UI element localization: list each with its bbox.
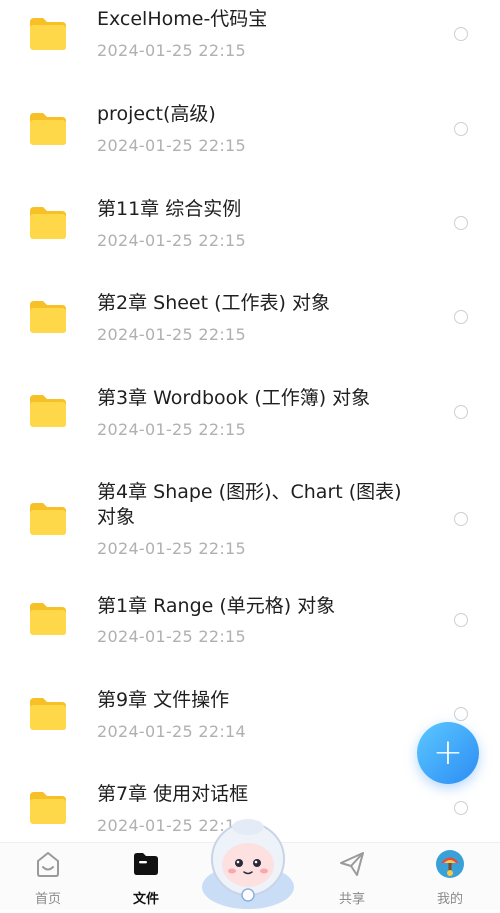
folder-icon xyxy=(28,112,68,146)
select-radio[interactable] xyxy=(454,512,468,526)
tab-home[interactable]: 首页 xyxy=(13,843,83,910)
file-name: 第4章 Shape (图形)、Chart (图表) 对象 xyxy=(97,481,402,528)
file-name: 第9章 文件操作 xyxy=(97,689,230,711)
file-date: 2024-01-25 22:15 xyxy=(97,231,246,250)
file-name: 第3章 Wordbook (工作簿) 对象 xyxy=(97,387,371,409)
folder-icon xyxy=(28,300,68,334)
file-date: 2024-01-25 22:15 xyxy=(97,627,246,646)
file-name: 第11章 综合实例 xyxy=(97,198,242,220)
file-name: 第7章 使用对话框 xyxy=(97,783,249,805)
file-row[interactable]: 第4章 Shape (图形)、Chart (图表) 对象 2024-01-25 … xyxy=(0,468,500,582)
select-radio[interactable] xyxy=(454,122,468,136)
file-row[interactable]: 第3章 Wordbook (工作簿) 对象 2024-01-25 22:15 xyxy=(0,374,500,468)
tab-share[interactable]: 共享 xyxy=(317,843,387,910)
tab-share-label: 共享 xyxy=(338,892,365,907)
file-date: 2024-01-25 22:15 xyxy=(97,41,246,60)
mascot-center-button[interactable] xyxy=(198,815,298,909)
avatar-icon xyxy=(435,849,465,879)
plus-icon: + xyxy=(432,732,464,773)
tab-mine[interactable]: 我的 xyxy=(415,843,485,910)
file-date: 2024-01-25 22:15 xyxy=(97,539,246,558)
folder-icon xyxy=(28,791,68,825)
file-folder-icon xyxy=(131,849,161,879)
file-date: 2024-01-25 22:15 xyxy=(97,136,246,155)
tab-mine-label: 我的 xyxy=(436,892,463,907)
tab-files-label: 文件 xyxy=(132,892,159,907)
folder-icon xyxy=(28,206,68,240)
tab-home-label: 首页 xyxy=(34,892,61,907)
folder-icon xyxy=(28,17,68,51)
folder-icon xyxy=(28,602,68,636)
tab-files[interactable]: 文件 xyxy=(111,843,181,910)
smile-home-icon xyxy=(33,849,63,879)
file-date: 2024-01-25 22:15 xyxy=(97,420,246,439)
select-radio[interactable] xyxy=(454,405,468,419)
file-row[interactable]: project(高级) 2024-01-25 22:15 xyxy=(0,92,500,186)
file-name: project(高级) xyxy=(97,103,216,125)
folder-icon xyxy=(28,394,68,428)
file-name: 第2章 Sheet (工作表) 对象 xyxy=(97,292,330,314)
file-date: 2024-01-25 22:14 xyxy=(97,722,246,741)
select-radio[interactable] xyxy=(454,216,468,230)
select-radio[interactable] xyxy=(454,801,468,815)
file-row[interactable]: 第11章 综合实例 2024-01-25 22:15 xyxy=(0,186,500,280)
file-row[interactable]: 第2章 Sheet (工作表) 对象 2024-01-25 22:15 xyxy=(0,280,500,374)
select-radio[interactable] xyxy=(454,27,468,41)
file-row[interactable]: ExcelHome-代码宝 2024-01-25 22:15 xyxy=(0,0,500,92)
select-radio[interactable] xyxy=(454,310,468,324)
file-name: ExcelHome-代码宝 xyxy=(97,8,268,30)
select-radio[interactable] xyxy=(454,613,468,627)
file-row[interactable]: 第1章 Range (单元格) 对象 2024-01-25 22:15 xyxy=(0,582,500,676)
select-radio[interactable] xyxy=(454,707,468,721)
add-button[interactable]: + xyxy=(417,722,479,784)
paper-plane-icon xyxy=(337,849,367,879)
file-date: 2024-01-25 22:15 xyxy=(97,325,246,344)
file-name: 第1章 Range (单元格) 对象 xyxy=(97,595,336,617)
folder-icon xyxy=(28,697,68,731)
folder-icon xyxy=(28,502,68,536)
